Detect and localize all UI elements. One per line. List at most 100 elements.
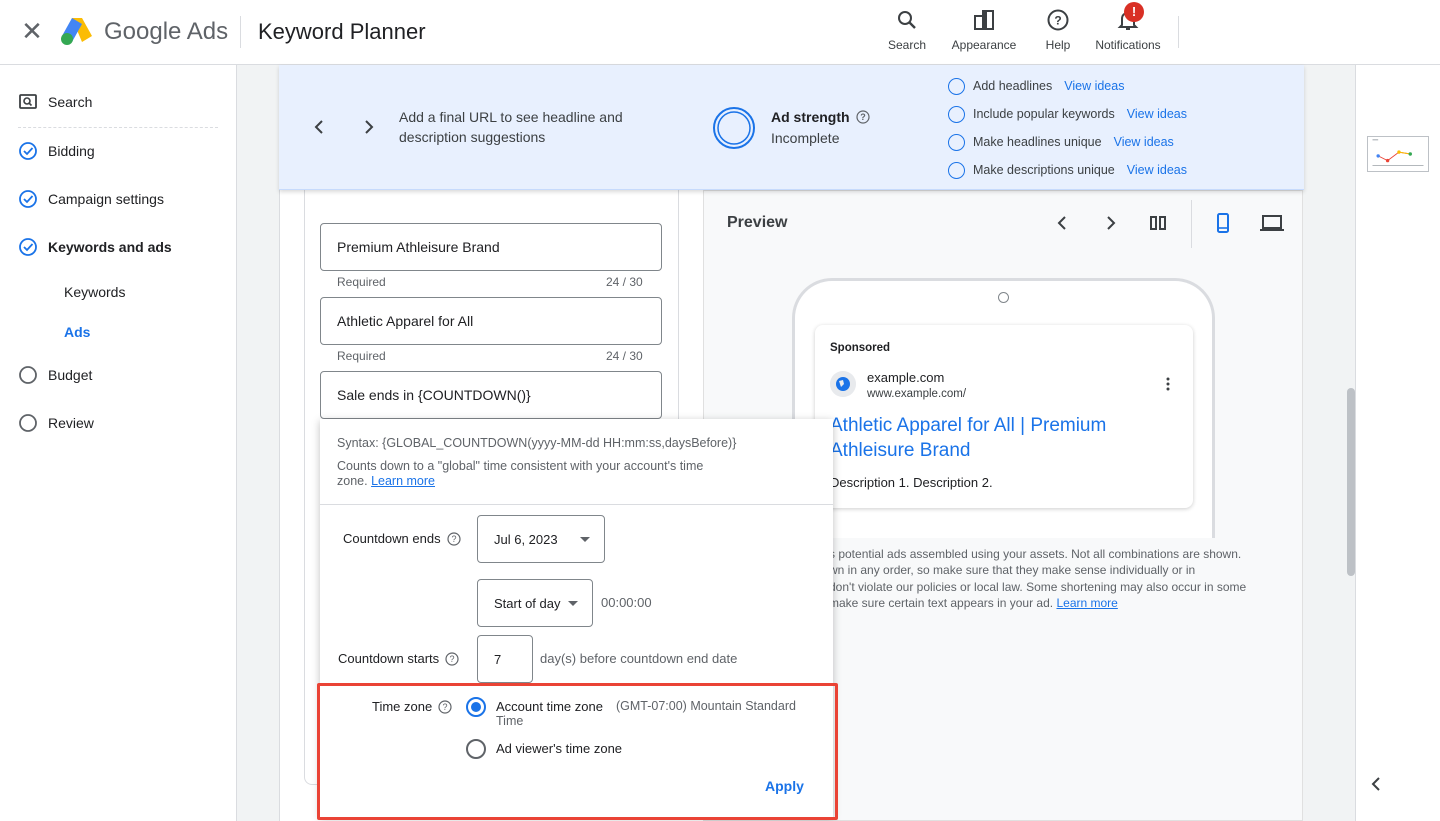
desktop-icon[interactable] [1259,212,1285,234]
svg-text:?: ? [451,534,456,544]
popup-divider [320,504,833,505]
appearance-tool-button[interactable]: Appearance [950,6,1018,56]
preview-toolbar-divider [1191,200,1192,248]
countdown-time-select-value: Start of day [494,596,561,611]
split-view-icon[interactable] [1147,212,1169,234]
countdown-desc-line-2: zone. [337,474,368,488]
countdown-starts-label: Countdown starts ? [338,651,459,666]
svg-text:?: ? [860,112,866,122]
brand-google: Google [104,18,182,45]
ad-strength-banner: Add a final URL to see headline and desc… [279,65,1304,190]
tip-popular-keywords: Include popular keywords View ideas [948,105,1187,123]
empty-circle-icon [19,366,37,384]
close-icon[interactable]: ✕ [20,18,44,44]
disclaimer-line-1: s potential ads assembled using your ass… [829,547,1242,561]
chevron-left-icon[interactable] [1052,212,1074,234]
chart-thumbnail-icon[interactable] [1367,136,1429,172]
countdown-days-input[interactable]: 7 [477,635,533,683]
chevron-left-icon[interactable] [1366,774,1386,794]
sidebar-item-budget[interactable]: Budget [18,363,92,387]
ad-headline-link[interactable]: Athletic Apparel for All | Premium Athlei… [830,413,1170,463]
help-circle-icon[interactable]: ? [855,110,870,124]
ad-description: Description 1. Description 2. [830,475,993,490]
more-vert-icon[interactable] [1162,376,1174,392]
view-ideas-link[interactable]: View ideas [1127,107,1187,121]
ad-domain: example.com [867,370,945,385]
svg-text:?: ? [1054,14,1061,28]
check-circle-icon [19,142,37,160]
sponsored-label: Sponsored [830,342,891,354]
tip-label: Make headlines unique [973,135,1102,149]
headline-1-helper: Required [337,275,386,289]
headline-3-input[interactable]: Sale ends in {COUNTDOWN()} [320,371,662,419]
view-ideas-link[interactable]: View ideas [1127,163,1187,177]
nav-separator [18,127,218,128]
help-tool-label: Help [1045,38,1071,52]
sidebar-item-bidding[interactable]: Bidding [18,139,95,163]
chevron-right-icon[interactable] [1099,212,1121,234]
disclaimer-learn-more-link[interactable]: Learn more [1056,596,1117,610]
check-circle-icon [19,190,37,208]
countdown-ends-label: Countdown ends ? [343,531,461,546]
help-circle-icon[interactable]: ? [445,651,459,666]
disclaimer-line-3: don't violate our policies or local law.… [829,579,1247,594]
view-ideas-link[interactable]: View ideas [1064,79,1124,93]
tip-add-headlines: Add headlines View ideas [948,77,1124,95]
phone-camera [998,292,1009,303]
brand-ads: Ads [186,18,229,45]
sidebar-item-review[interactable]: Review [18,411,94,435]
headline-2-counter: 24 / 30 [606,349,643,363]
countdown-date-select[interactable]: Jul 6, 2023 [477,515,605,563]
top-bar: ✕ Google Ads Keyword Planner Search Appe… [0,0,1440,65]
countdown-date-value: Jul 6, 2023 [494,532,558,547]
search-tool-button[interactable]: Search [887,6,927,56]
chevron-left-icon[interactable] [310,117,330,137]
ad-headline-line-2: Athleisure Brand [830,440,971,461]
countdown-description: Counts down to a "global" time consisten… [337,459,737,489]
sidebar-subitem-keywords[interactable]: Keywords [64,284,125,300]
right-sidebar [1355,65,1440,821]
help-circle-icon[interactable]: ? [446,531,461,546]
sidebar-item-label: Review [48,415,94,431]
appearance-icon [974,10,994,30]
help-tool-button[interactable]: ? Help [1040,6,1076,56]
sidebar-item-search[interactable]: Search [18,90,92,114]
sidebar-item-keywords-and-ads[interactable]: Keywords and ads [18,235,172,259]
countdown-time-value: 00:00:00 [601,595,652,610]
dropdown-caret-icon [568,601,578,606]
preview-disclaimer: s potential ads assembled using your ass… [829,546,1279,612]
globe-icon [830,371,856,397]
mobile-icon[interactable] [1212,212,1234,234]
view-ideas-link[interactable]: View ideas [1114,135,1174,149]
empty-circle-icon [948,77,965,95]
countdown-days-value: 7 [494,652,502,667]
headline-2-input[interactable]: Athletic Apparel for All [320,297,662,345]
countdown-time-select[interactable]: Start of day [477,579,593,627]
headline-2-helper: Required [337,349,386,363]
ad-strength-title: Ad strength ? [771,109,870,125]
notifications-tool-button[interactable]: ! Notifications [1091,2,1165,56]
left-nav: Search Bidding Campaign settings Keyword… [0,65,237,821]
empty-circle-icon [19,414,37,432]
sidebar-item-campaign-settings[interactable]: Campaign settings [18,187,164,211]
countdown-days-suffix: day(s) before countdown end date [540,651,738,666]
tip-label: Make descriptions unique [973,163,1115,177]
sidebar-subitem-ads[interactable]: Ads [64,324,90,340]
tip-unique-descriptions: Make descriptions unique View ideas [948,161,1187,179]
countdown-starts-text: Countdown starts [338,651,440,666]
chevron-right-icon[interactable] [358,117,378,137]
tip-label: Include popular keywords [973,107,1115,121]
countdown-ends-text: Countdown ends [343,531,441,546]
sidebar-item-label: Search [48,94,93,110]
scrollbar[interactable] [1347,388,1355,576]
countdown-learn-more-link[interactable]: Learn more [371,474,435,488]
empty-circle-icon [948,105,965,123]
header-divider-right [1178,16,1179,48]
ad-strength-label: Ad strength [771,109,850,125]
ad-headline-line-1: Athletic Apparel for All | Premium [830,415,1107,436]
ad-display-url: www.example.com/ [867,388,967,400]
notifications-tool-label: Notifications [1095,38,1161,52]
headline-1-input[interactable]: Premium Athleisure Brand [320,223,662,271]
appearance-tool-label: Appearance [951,38,1017,52]
header-divider [240,16,241,48]
